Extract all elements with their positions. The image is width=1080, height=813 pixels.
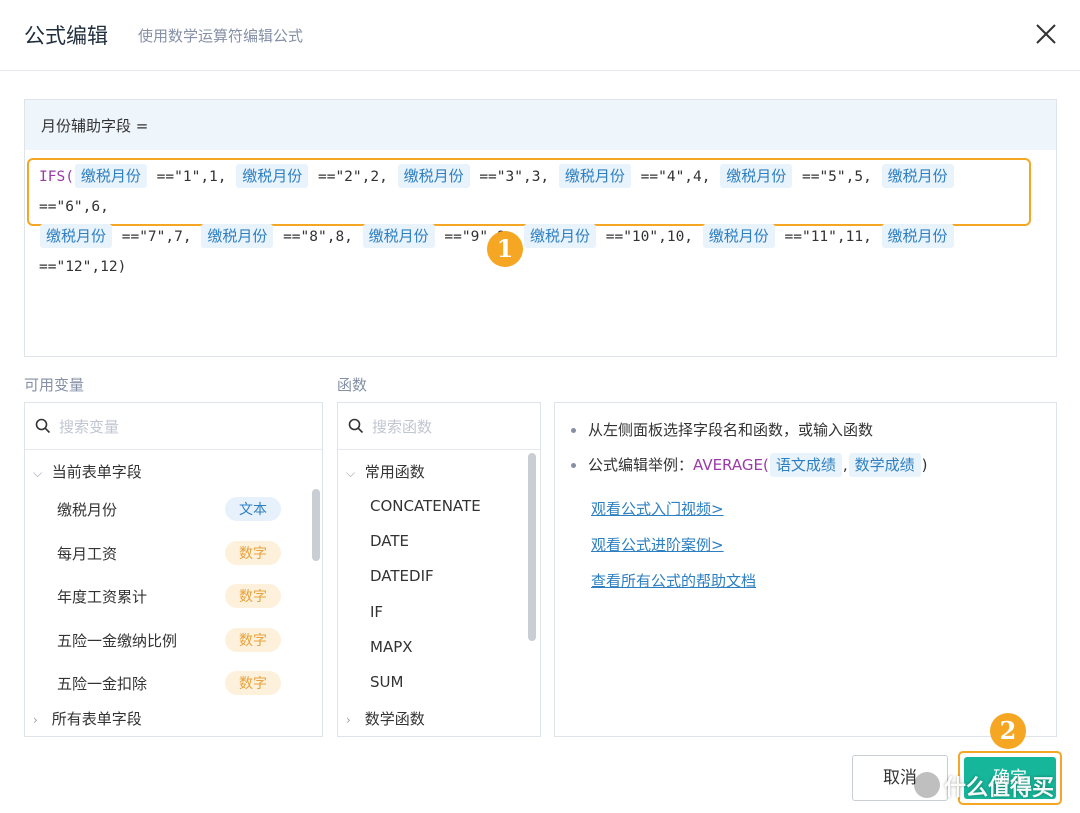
variable-name: 每月工资 [57,545,118,563]
watermark-logo [914,772,940,798]
formula-field-token: 缴税月份 [558,164,631,188]
formula-function-name: IFS( [39,169,74,185]
function-item[interactable]: DATEDIF [370,567,434,585]
variable-type-badge: 数字 [225,584,281,608]
formula-line-2: 缴税月份 =="7",7, 缴税月份 =="8",8, 缴税月份 =="9",9… [39,222,1029,282]
formula-input[interactable]: IFS(缴税月份 =="1",1, 缴税月份 =="2",2, 缴税月份 =="… [27,158,1031,275]
help-tip-1: 从左侧面板选择字段名和函数，或输入函数 [571,419,873,440]
variable-name: 年度工资累计 [57,588,148,606]
variable-type-badge: 数字 [225,541,281,565]
link-intro-video[interactable]: 观看公式入门视频> [591,498,724,519]
bullet-icon [571,463,576,468]
formula-text: =="12",12) [39,259,127,275]
formula-text: =="7",7, [113,229,201,245]
variable-name: 五险一金扣除 [57,675,148,693]
link-advanced-cases[interactable]: 观看公式进阶案例> [591,534,724,555]
variables-scrollbar[interactable] [312,489,320,561]
formula-text: =="4",4, [631,169,720,185]
help-tip-2-arg2: 数学成绩 [848,453,921,477]
step-marker-2: 2 [990,713,1026,749]
help-tip-1-text: 从左侧面板选择字段名和函数，或输入函数 [588,421,874,439]
formula-text: =="3",3, [470,169,558,185]
group-common-functions[interactable]: ⌵ 常用函数 [346,461,425,482]
formula-text: =="5",5, [793,169,881,185]
variable-type-badge: 数字 [225,671,281,695]
chevron-right-icon: › [346,713,351,727]
group-common-label: 常用函数 [364,463,425,481]
help-tip-2-prefix: 公式编辑举例： [588,456,694,474]
formula-field-token: 缴税月份 [397,164,470,188]
variables-search-placeholder[interactable]: 搜索变量 [59,416,119,437]
functions-panel: 搜索函数 ⌵ 常用函数 CONCATENATE DATE DATEDIF IF MAPX… [337,402,541,737]
bullet-icon [571,428,576,433]
variable-item[interactable]: 年度工资累计 数字 [25,584,305,612]
chevron-down-icon: ⌵ [33,466,43,480]
formula-field-token: 缴税月份 [523,224,596,248]
formula-field-token: 缴税月份 [40,224,113,248]
variable-item[interactable]: 五险一金扣除 数字 [25,671,305,699]
help-tip-2: 公式编辑举例：AVERAGE(语文成绩, 数学成绩) [571,453,928,477]
group-math-label: 数学函数 [364,710,425,728]
functions-label: 函数 [337,376,368,394]
field-label: 月份辅助字段 = [41,117,149,135]
formula-field-token: 缴税月份 [720,164,793,188]
formula-editor[interactable]: 月份辅助字段 = IFS(缴税月份 =="1",1, 缴税月份 =="2",2,… [24,99,1057,357]
variables-label: 可用变量 [24,376,85,394]
formula-text: =="6",6, [39,199,109,215]
variable-name: 五险一金缴纳比例 [57,632,178,650]
function-item[interactable]: DATE [370,532,409,550]
help-tip-2-sep: , [842,456,848,474]
functions-search[interactable]: 搜索函数 [338,403,540,450]
formula-text: =="10",10, [597,229,702,245]
variable-name: 缴税月份 [57,501,118,519]
formula-text: =="11",11, [775,229,881,245]
close-icon[interactable] [1034,22,1058,46]
formula-field-token: 缴税月份 [201,224,274,248]
group-current-label: 当前表单字段 [51,463,142,481]
formula-field-token: 缴税月份 [362,224,435,248]
dialog-title: 公式编辑 [24,24,108,48]
help-tip-2-close: ) [921,456,928,474]
formula-field-token: 缴税月份 [881,164,954,188]
watermark-text: 什么值得买 [944,776,1055,801]
function-item[interactable]: CONCATENATE [370,497,481,515]
formula-field-token: 缴税月份 [702,224,775,248]
link-help-docs[interactable]: 查看所有公式的帮助文档 [591,570,756,591]
functions-scrollbar[interactable] [528,453,536,641]
search-icon [348,418,364,434]
formula-line-1: IFS(缴税月份 =="1",1, 缴税月份 =="2",2, 缴税月份 =="… [39,162,1029,222]
group-math-functions[interactable]: › 数学函数 [346,708,425,729]
search-icon [35,418,51,434]
function-item[interactable]: SUM [370,673,403,691]
help-tip-2-arg1: 语文成绩 [769,453,842,477]
formula-text: =="1",1, [147,169,236,185]
group-all-fields[interactable]: › 所有表单字段 [33,708,142,729]
formula-text: =="2",2, [309,169,397,185]
function-item[interactable]: MAPX [370,638,413,656]
chevron-down-icon: ⌵ [346,466,356,480]
variable-type-badge: 数字 [225,628,281,652]
field-label-bar: 月份辅助字段 = [25,100,1056,150]
formula-field-token: 缴税月份 [74,164,147,188]
dialog-header: 公式编辑 使用数学运算符编辑公式 [0,0,1080,71]
group-all-label: 所有表单字段 [51,710,142,728]
variable-item[interactable]: 缴税月份 文本 [25,497,305,525]
chevron-right-icon: › [33,713,38,727]
formula-text: =="8",8, [274,229,362,245]
variable-item[interactable]: 每月工资 数字 [25,541,305,569]
function-item[interactable]: IF [370,603,383,621]
functions-search-placeholder[interactable]: 搜索函数 [372,416,432,437]
help-panel: 从左侧面板选择字段名和函数，或输入函数 公式编辑举例：AVERAGE(语文成绩,… [554,402,1057,737]
dialog-subtitle: 使用数学运算符编辑公式 [138,27,304,45]
variable-item[interactable]: 五险一金缴纳比例 数字 [25,628,305,656]
formula-field-token: 缴税月份 [236,164,309,188]
step-marker-1: 1 [487,231,523,267]
help-tip-2-fn: AVERAGE( [693,456,769,474]
variables-search[interactable]: 搜索变量 [25,403,322,450]
variable-type-badge: 文本 [225,497,281,521]
group-current-fields[interactable]: ⌵ 当前表单字段 [33,461,142,482]
formula-field-token: 缴税月份 [881,224,954,248]
variables-panel: 搜索变量 ⌵ 当前表单字段 缴税月份 文本 每月工资 数字 年度工资累计 数字 五险一金缴纳… [24,402,323,737]
